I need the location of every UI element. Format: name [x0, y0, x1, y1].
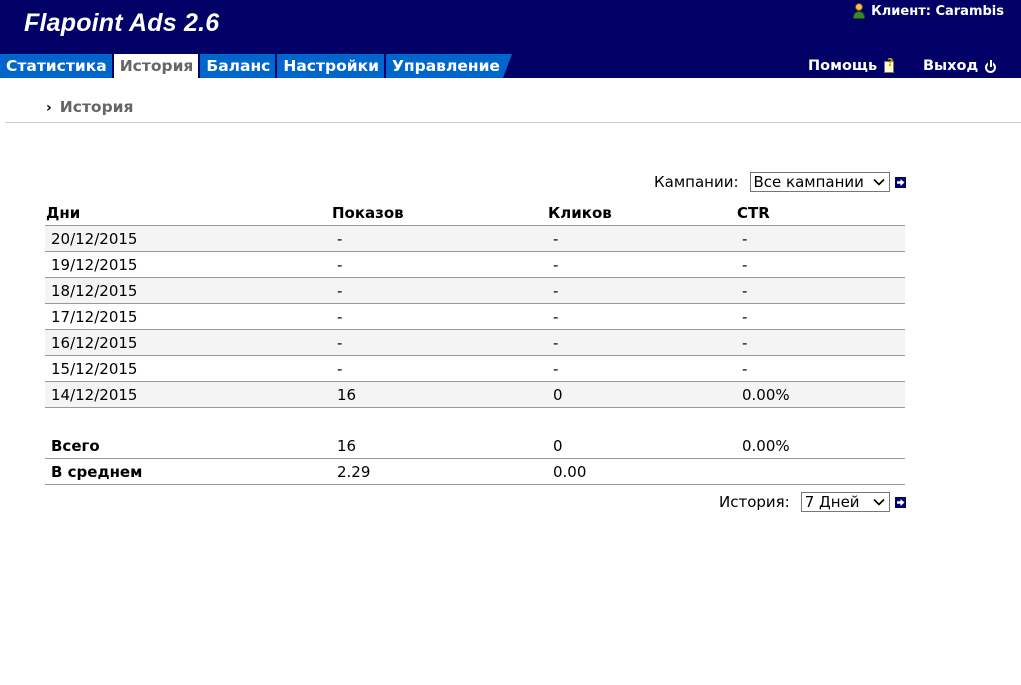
help-label: Помощь: [808, 58, 878, 74]
cell-date: 15/12/2015: [45, 355, 331, 382]
logout-link[interactable]: Выход: [923, 58, 997, 74]
tab-edge-decoration: [502, 54, 512, 78]
divider: [5, 122, 1021, 123]
cell-ctr: -: [736, 355, 905, 382]
tab-statistics[interactable]: Статистика: [0, 54, 114, 78]
cell-impressions: -: [331, 225, 547, 252]
help-link[interactable]: Помощь ?: [808, 56, 897, 74]
cell-clicks: -: [547, 303, 736, 330]
cell-ctr: -: [736, 329, 905, 356]
average-impressions: 2.29: [331, 458, 547, 485]
breadcrumb: › История: [46, 98, 133, 116]
tab-settings[interactable]: Настройки: [277, 54, 386, 78]
user-icon: [852, 3, 866, 19]
chevron-right-icon: ›: [46, 100, 52, 116]
cell-date: 20/12/2015: [45, 225, 331, 252]
campaign-go-arrow-icon[interactable]: [894, 176, 906, 188]
campaign-select[interactable]: Все кампании: [749, 172, 890, 192]
cell-ctr: -: [736, 251, 905, 278]
total-ctr: 0.00%: [736, 433, 905, 459]
table-row: 14/12/2015 16 0 0.00%: [45, 381, 905, 408]
chevron-down-icon: [872, 175, 886, 189]
cell-impressions: -: [331, 303, 547, 330]
average-ctr: [736, 458, 905, 485]
column-header-impressions: Показов: [331, 201, 547, 226]
cell-clicks: 0: [547, 381, 736, 408]
total-clicks: 0: [547, 433, 736, 459]
average-row: В среднем 2.29 0.00: [45, 458, 905, 485]
table-row: 17/12/2015 - - -: [45, 303, 905, 330]
campaign-filter-label: Кампании:: [654, 173, 739, 191]
cell-clicks: -: [547, 329, 736, 356]
cell-clicks: -: [547, 251, 736, 278]
cell-impressions: 16: [331, 381, 547, 408]
cell-date: 16/12/2015: [45, 329, 331, 356]
cell-impressions: -: [331, 277, 547, 304]
logout-label: Выход: [923, 58, 979, 74]
cell-ctr: 0.00%: [736, 381, 905, 408]
cell-impressions: -: [331, 251, 547, 278]
main-tabs: Статистика История Баланс Настройки Упра…: [0, 54, 512, 78]
column-header-days: Дни: [45, 201, 331, 226]
table-row: 19/12/2015 - - -: [45, 251, 905, 278]
total-label: Всего: [45, 433, 331, 459]
breadcrumb-current: История: [59, 98, 134, 116]
tab-history[interactable]: История: [113, 54, 201, 78]
chevron-down-icon: [872, 495, 886, 509]
column-header-clicks: Кликов: [547, 201, 736, 226]
cell-ctr: -: [736, 225, 905, 252]
average-clicks: 0.00: [547, 458, 736, 485]
average-label: В среднем: [45, 458, 331, 485]
table-spacer: [45, 407, 905, 433]
cell-impressions: -: [331, 355, 547, 382]
cell-date: 19/12/2015: [45, 251, 331, 278]
tab-management[interactable]: Управление: [385, 54, 503, 78]
cell-ctr: -: [736, 277, 905, 304]
client-label: Клиент: Carambis: [871, 3, 1004, 19]
client-info: Клиент: Carambis: [852, 3, 1004, 19]
history-filter-label: История:: [719, 493, 790, 511]
cell-date: 18/12/2015: [45, 277, 331, 304]
app-title: Flapoint Ads 2.6: [24, 9, 220, 37]
total-impressions: 16: [331, 433, 547, 459]
history-period-value: 7 Дней: [804, 493, 860, 511]
table-row: 20/12/2015 - - -: [45, 225, 905, 252]
cell-clicks: -: [547, 355, 736, 382]
table-header-row: Дни Показов Кликов CTR: [45, 201, 905, 226]
cell-impressions: -: [331, 329, 547, 356]
campaign-select-value: Все кампании: [753, 173, 864, 191]
campaign-filter: Кампании: Все кампании: [654, 172, 906, 192]
app-header: Flapoint Ads 2.6 Клиент: Carambis Статис…: [0, 0, 1021, 78]
cell-ctr: -: [736, 303, 905, 330]
power-icon: [984, 59, 997, 73]
table-row: 18/12/2015 - - -: [45, 277, 905, 304]
table-row: 16/12/2015 - - -: [45, 329, 905, 356]
total-row: Всего 16 0 0.00%: [45, 433, 905, 459]
cell-clicks: -: [547, 277, 736, 304]
help-icon: ?: [883, 56, 897, 73]
history-table: Дни Показов Кликов CTR 20/12/2015 - - - …: [45, 201, 905, 485]
cell-clicks: -: [547, 225, 736, 252]
history-filter: История: 7 Дней: [719, 492, 906, 512]
table-row: 15/12/2015 - - -: [45, 355, 905, 382]
history-period-select[interactable]: 7 Дней: [800, 492, 890, 512]
cell-date: 14/12/2015: [45, 381, 331, 408]
tab-balance[interactable]: Баланс: [200, 54, 278, 78]
column-header-ctr: CTR: [736, 201, 905, 226]
history-go-arrow-icon[interactable]: [894, 496, 906, 508]
cell-date: 17/12/2015: [45, 303, 331, 330]
